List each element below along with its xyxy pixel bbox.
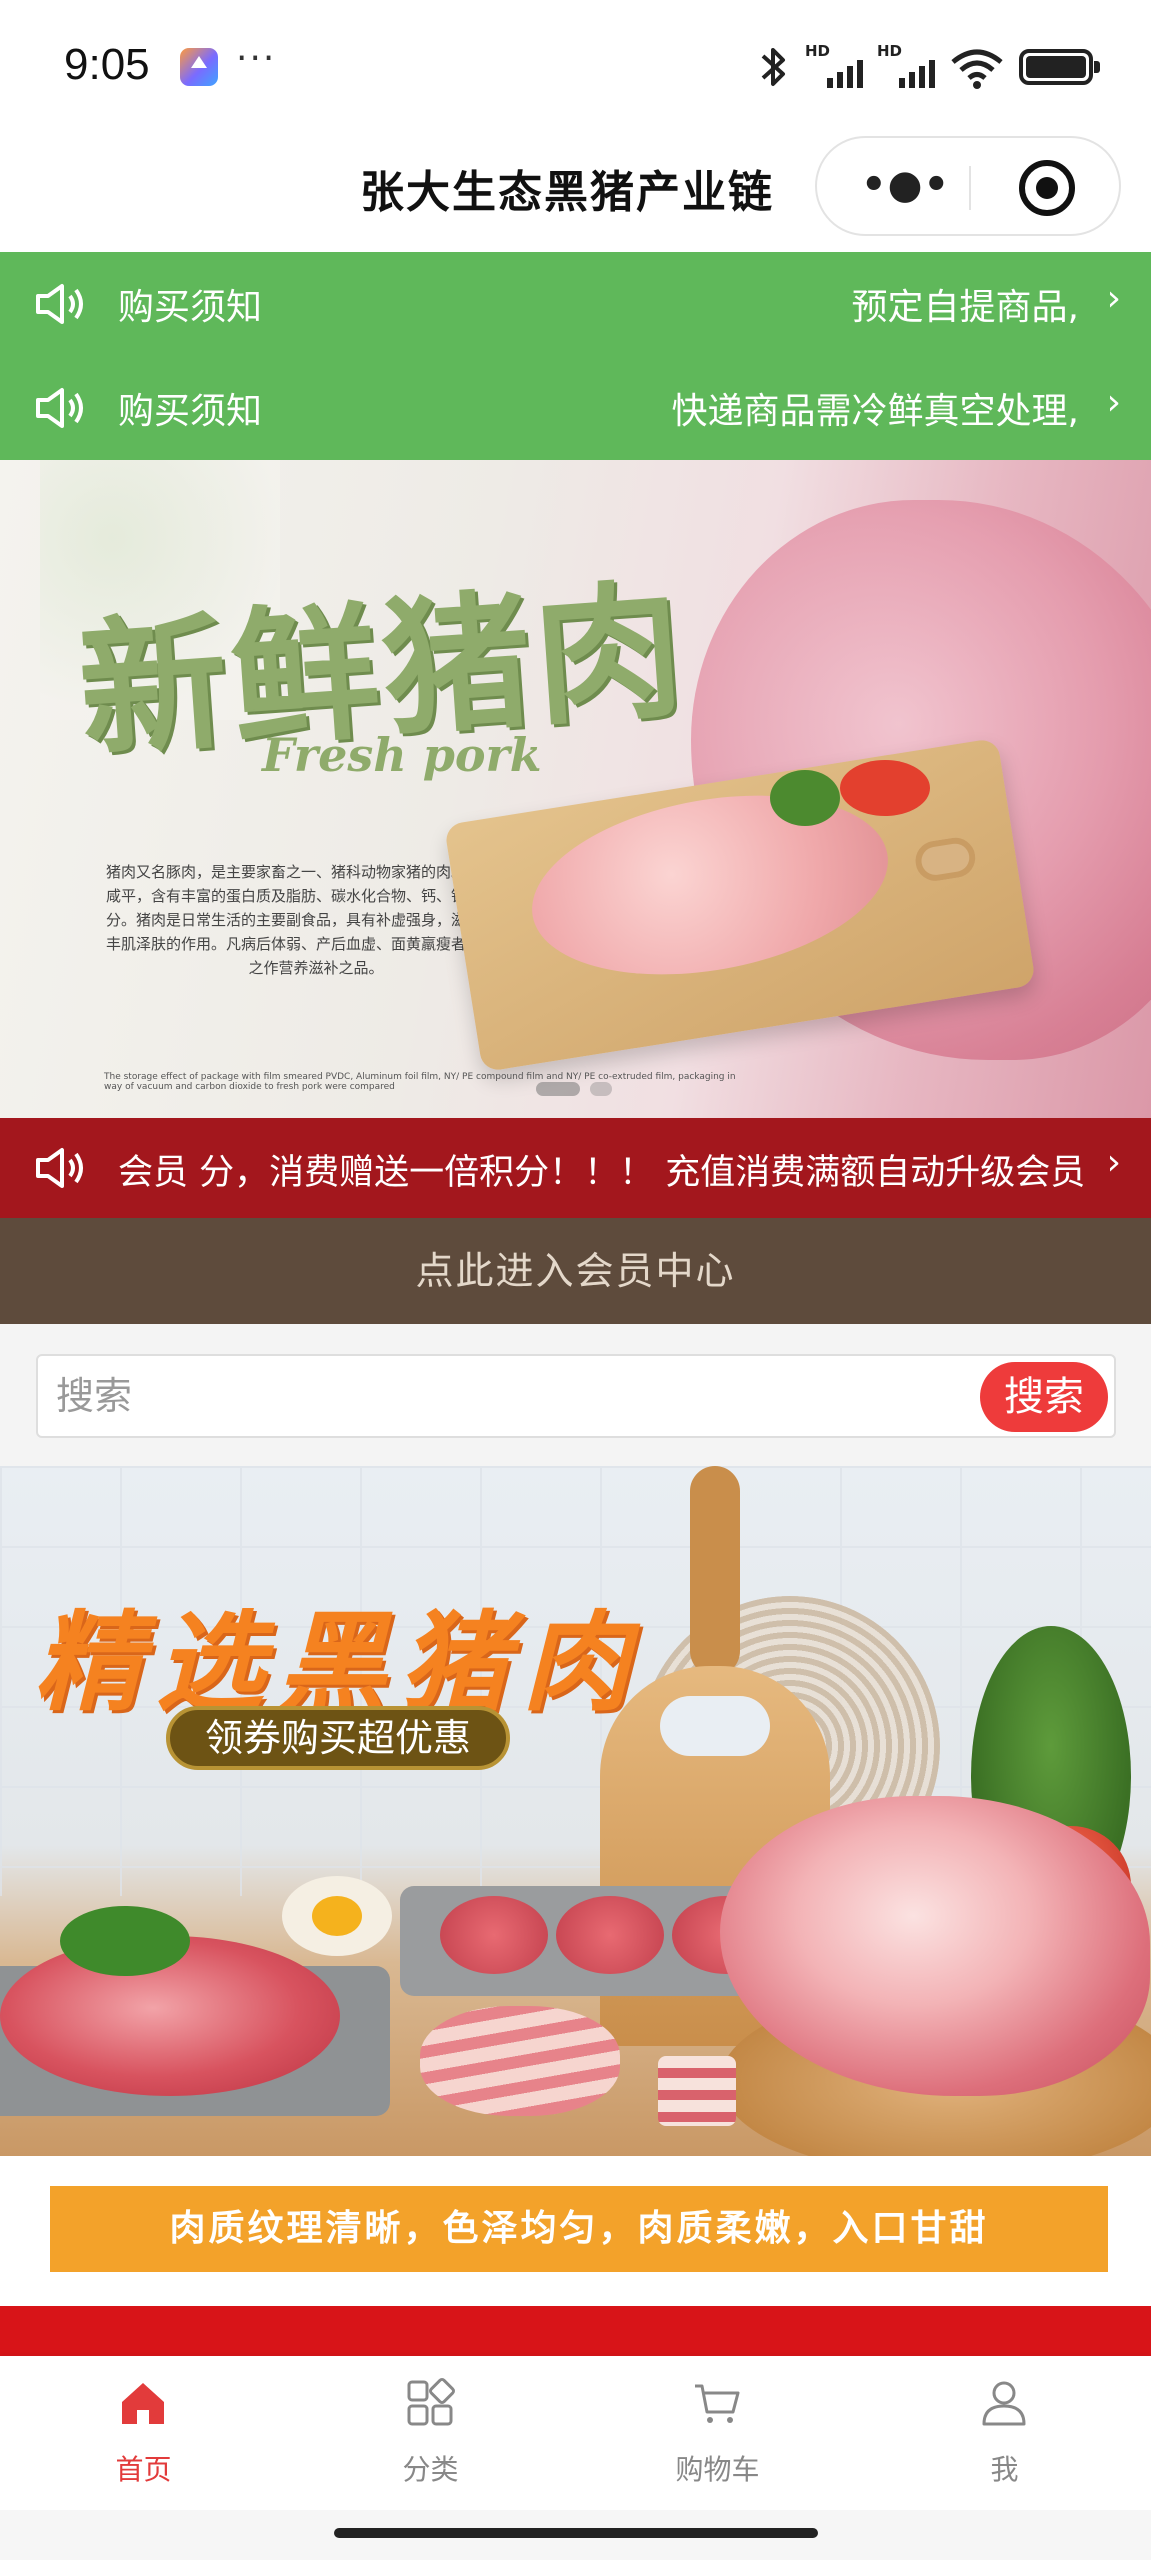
black-pork-banner[interactable]: 精选黑猪肉 领券购买超优惠 xyxy=(0,1466,1151,2156)
app-notification-icon xyxy=(180,48,218,86)
chevron-right-icon: › xyxy=(1106,1142,1121,1183)
status-bar: 9:05 ··· HD HD xyxy=(0,0,1151,132)
speaker-icon xyxy=(36,1148,83,1188)
steak-image xyxy=(440,1896,548,1974)
notice-text: 快递商品需冷鲜真空处理, xyxy=(671,391,1079,432)
speaker-icon xyxy=(36,388,83,428)
tab-category[interactable]: 分类 xyxy=(287,2356,574,2510)
notice-row-pickup[interactable]: 购买须知 预定自提商品, › xyxy=(0,252,1151,356)
home-icon xyxy=(122,2383,164,2424)
coupon-pill: 领券购买超优惠 xyxy=(166,1706,510,1770)
search-area: 搜索 xyxy=(0,1324,1151,1466)
tab-home[interactable]: 首页 xyxy=(0,2356,287,2510)
member-notice-bar[interactable]: 会员 分，消费赠送一倍积分！！！ 充值消费满额自动升级会员 › xyxy=(0,1118,1151,1218)
notice-row-delivery[interactable]: 购买须知 快递商品需冷鲜真空处理, › xyxy=(0,356,1151,460)
page-title: 张大生态黑猪产业链 xyxy=(360,167,774,218)
close-miniprogram-button[interactable] xyxy=(1019,160,1075,216)
status-time: 9:05 xyxy=(64,40,150,89)
notice-text: 预定自提商品, xyxy=(851,287,1079,328)
carousel-indicator xyxy=(536,1082,612,1096)
fresh-pork-banner[interactable]: 新鲜猪肉 Fresh pork 猪肉又名豚肉，是主要家畜之一、猪科动物家猪的肉。… xyxy=(0,460,1151,1118)
signal-icon-1: HD xyxy=(805,42,863,90)
herb-garnish-image xyxy=(770,770,840,826)
bacon-slices-image xyxy=(420,2006,620,2116)
speaker-icon xyxy=(36,284,83,324)
tab-label: 我 xyxy=(990,2453,1019,2486)
battery-icon xyxy=(1019,49,1100,85)
home-indicator-area xyxy=(0,2510,1151,2560)
tab-label: 分类 xyxy=(402,2453,459,2486)
tab-label: 购物车 xyxy=(675,2453,760,2486)
steak-image xyxy=(556,1896,664,1974)
bluetooth-icon xyxy=(761,48,785,86)
member-center-button[interactable]: 点此进入会员中心 xyxy=(0,1218,1151,1324)
signal-icon-2: HD xyxy=(877,42,935,90)
capsule-divider xyxy=(969,166,971,210)
cart-icon xyxy=(695,2384,740,2423)
chevron-right-icon: › xyxy=(1106,278,1121,319)
notice-label: 购买须知 xyxy=(118,391,263,432)
parsley-image xyxy=(60,1906,190,1976)
banner-fineprint: The storage effect of package with film … xyxy=(104,1072,736,1092)
more-options-button[interactable]: •●• xyxy=(861,162,950,208)
home-indicator[interactable] xyxy=(334,2528,818,2538)
next-section-strip xyxy=(0,2306,1151,2356)
egg-image xyxy=(282,1876,392,1956)
navigation-bar: 张大生态黑猪产业链 •●• xyxy=(0,132,1151,252)
tab-cart[interactable]: 购物车 xyxy=(574,2356,861,2510)
user-icon xyxy=(982,2381,1026,2426)
wifi-icon xyxy=(951,49,1003,89)
carousel-dot-active xyxy=(536,1082,580,1096)
more-notifications-icon: ··· xyxy=(236,38,277,79)
miniprogram-capsule: •●• xyxy=(815,136,1121,236)
tab-me[interactable]: 我 xyxy=(861,2356,1148,2510)
tagline-text: 肉质纹理清晰，色泽均匀，肉质柔嫩，入口甘甜 xyxy=(50,2186,1108,2272)
tab-bar: 首页 分类 购物车 我 xyxy=(0,2356,1151,2510)
tagline-section: 肉质纹理清晰，色泽均匀，肉质柔嫩，入口甘甜 xyxy=(0,2156,1151,2306)
search-button[interactable]: 搜索 xyxy=(980,1362,1108,1432)
search-input[interactable] xyxy=(56,1368,976,1424)
notice-block: 购买须知 预定自提商品, › 购买须知 快递商品需冷鲜真空处理, › xyxy=(0,252,1151,460)
banner-subtitle: Fresh pork xyxy=(262,728,542,782)
tab-label: 首页 xyxy=(115,2453,172,2486)
carousel-dot xyxy=(590,1082,612,1096)
tomato-image xyxy=(840,760,930,816)
notice-label: 购买须知 xyxy=(118,287,263,328)
member-notice-text: 会员 分，消费赠送一倍积分！！！ 充值消费满额自动升级会员 xyxy=(118,1153,1086,1193)
status-icons: HD HD xyxy=(757,42,1100,90)
search-box: 搜索 xyxy=(36,1354,1116,1438)
pork-belly-cube-image xyxy=(658,2056,736,2126)
chevron-right-icon: › xyxy=(1106,382,1121,423)
board-handle-image xyxy=(690,1466,740,1676)
category-icon xyxy=(407,2378,455,2426)
